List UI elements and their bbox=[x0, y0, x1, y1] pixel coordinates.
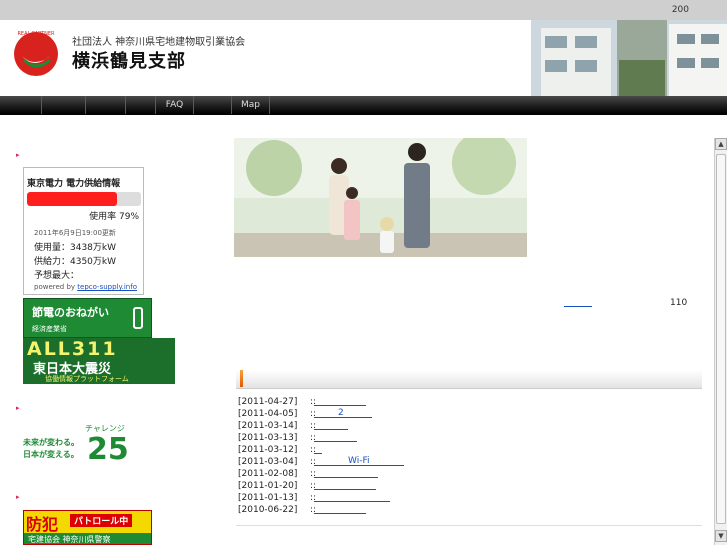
all311-note: 協働情報プラットフォーム bbox=[45, 375, 129, 383]
news-date: [2011-01-13] bbox=[238, 493, 298, 503]
setsuden-title: 節電のおねがい bbox=[32, 306, 109, 319]
news-link-text[interactable]: Wi-Fi bbox=[348, 455, 369, 467]
power-capacity: 供給力：4350万kW bbox=[34, 257, 117, 267]
challenge-number: 25 bbox=[87, 432, 129, 467]
news-date: [2011-02-08] bbox=[238, 469, 298, 479]
org-title: 横浜鶴見支部 bbox=[72, 51, 186, 72]
bouhan-sub: 宅建協会 神奈川県警察 bbox=[24, 533, 151, 544]
power-usage-bar bbox=[27, 192, 141, 206]
news-item: [2011-03-12] :: bbox=[238, 444, 700, 456]
news-item: [2011-03-04] :: Wi-Fi bbox=[238, 456, 700, 468]
news-item: [2011-03-14] :: bbox=[238, 420, 700, 432]
power-update-date: 2011年6月9日19:00更新 bbox=[34, 229, 116, 237]
nav-item-1[interactable] bbox=[0, 96, 42, 114]
power-consumption: 使用量：3438万kW bbox=[34, 243, 117, 253]
powered-by-label: powered by bbox=[34, 283, 76, 291]
nav-item-5[interactable] bbox=[194, 96, 232, 114]
news-section-header bbox=[236, 370, 702, 389]
news-link[interactable] bbox=[314, 468, 378, 478]
news-item: [2011-04-27] :: bbox=[238, 396, 700, 408]
power-supply-widget: 東京電力 電力供給情報 使用率 79% 2011年6月9日19:00更新 使用量… bbox=[23, 167, 144, 295]
content-divider bbox=[236, 525, 702, 526]
news-link[interactable] bbox=[314, 420, 348, 430]
news-date: [2011-04-27] bbox=[238, 397, 298, 407]
power-widget-title: 東京電力 電力供給情報 bbox=[27, 179, 121, 189]
main-link[interactable] bbox=[564, 297, 592, 307]
power-usage-fill bbox=[27, 192, 118, 206]
header-building-photo bbox=[531, 20, 727, 96]
all311-banner[interactable]: ALL311 東日本大震災 協働情報プラットフォーム bbox=[23, 338, 175, 384]
news-item: [2010-06-22] :: bbox=[238, 504, 700, 516]
news-list: [2011-04-27] :: [2011-04-05] :: 2 [2011-… bbox=[238, 396, 700, 516]
section-arrow-icon: ▸ bbox=[16, 404, 20, 412]
news-link[interactable] bbox=[314, 480, 376, 490]
news-date: [2011-03-13] bbox=[238, 433, 298, 443]
power-usage-rate: 使用率 79% bbox=[89, 212, 139, 222]
news-date: [2011-03-12] bbox=[238, 445, 298, 455]
site-header: REAL PARTNER 社団法人 神奈川県宅地建物取引業協会 横浜鶴見支部 bbox=[0, 20, 727, 96]
scroll-up-icon[interactable]: ▲ bbox=[715, 138, 727, 150]
news-item: [2011-02-08] :: bbox=[238, 468, 700, 480]
news-item: [2011-01-20] :: bbox=[238, 480, 700, 492]
powered-by: powered by tepco-supply.info bbox=[34, 283, 137, 291]
scroll-down-icon[interactable]: ▼ bbox=[715, 530, 727, 542]
org-subtitle: 社団法人 神奈川県宅地建物取引業協会 bbox=[72, 37, 246, 48]
bouhan-title: 防犯 bbox=[26, 515, 59, 534]
power-forecast: 予想最大： bbox=[34, 271, 80, 281]
news-link-text[interactable]: 2 bbox=[338, 407, 344, 419]
all311-title: ALL311 bbox=[27, 338, 118, 360]
news-marker-icon bbox=[240, 370, 243, 387]
news-link[interactable] bbox=[314, 444, 322, 454]
nav-item-4[interactable] bbox=[126, 96, 156, 114]
real-partner-logo[interactable]: REAL PARTNER bbox=[10, 26, 62, 78]
challenge-line2: 日本が変える。 bbox=[23, 450, 79, 459]
svg-text:REAL PARTNER: REAL PARTNER bbox=[17, 31, 55, 37]
nav-item-3[interactable] bbox=[86, 96, 126, 114]
news-link[interactable] bbox=[314, 396, 366, 406]
news-item: [2011-03-13] :: bbox=[238, 432, 700, 444]
plug-icon bbox=[133, 307, 143, 329]
visitor-counter: 200 bbox=[671, 5, 689, 15]
news-date: [2011-03-14] bbox=[238, 421, 298, 431]
news-item: [2011-01-13] :: bbox=[238, 492, 700, 504]
content-scrollbar[interactable]: ▲ ▼ bbox=[714, 138, 727, 545]
main-nav: FAQ Map bbox=[0, 96, 727, 115]
section-arrow-icon: ▸ bbox=[16, 151, 20, 159]
setsuden-banner[interactable]: 節電のおねがい 経済産業省 bbox=[23, 298, 152, 338]
scroll-thumb[interactable] bbox=[716, 154, 726, 524]
news-date: [2011-04-05] bbox=[238, 409, 298, 419]
setsuden-sub: 経済産業省 bbox=[32, 325, 67, 333]
news-date: [2010-06-22] bbox=[238, 505, 298, 515]
nav-item-map[interactable]: Map bbox=[232, 96, 270, 114]
bouhan-patrol-banner[interactable]: 防犯 パトロール中 宅建協会 神奈川県警察 bbox=[23, 510, 152, 545]
nav-item-faq[interactable]: FAQ bbox=[156, 96, 194, 114]
top-bar: 200 bbox=[0, 0, 727, 20]
news-link[interactable] bbox=[314, 504, 366, 514]
family-photo bbox=[234, 138, 527, 257]
news-link[interactable] bbox=[314, 432, 357, 442]
main-number: 110 bbox=[670, 298, 688, 308]
news-item: [2011-04-05] :: 2 bbox=[238, 408, 700, 420]
news-link[interactable] bbox=[314, 492, 390, 502]
challenge-line1: 未来が変わる。 bbox=[23, 438, 79, 447]
news-date: [2011-03-04] bbox=[238, 457, 298, 467]
tepco-supply-link[interactable]: tepco-supply.info bbox=[77, 283, 137, 291]
nav-item-2[interactable] bbox=[42, 96, 86, 114]
news-date: [2011-01-20] bbox=[238, 481, 298, 491]
bouhan-patrol: パトロール中 bbox=[70, 514, 133, 527]
section-arrow-icon: ▸ bbox=[16, 493, 20, 501]
challenge25-banner[interactable]: 未来が変わる。 日本が変える。 チャレンジ 25 bbox=[23, 420, 133, 475]
